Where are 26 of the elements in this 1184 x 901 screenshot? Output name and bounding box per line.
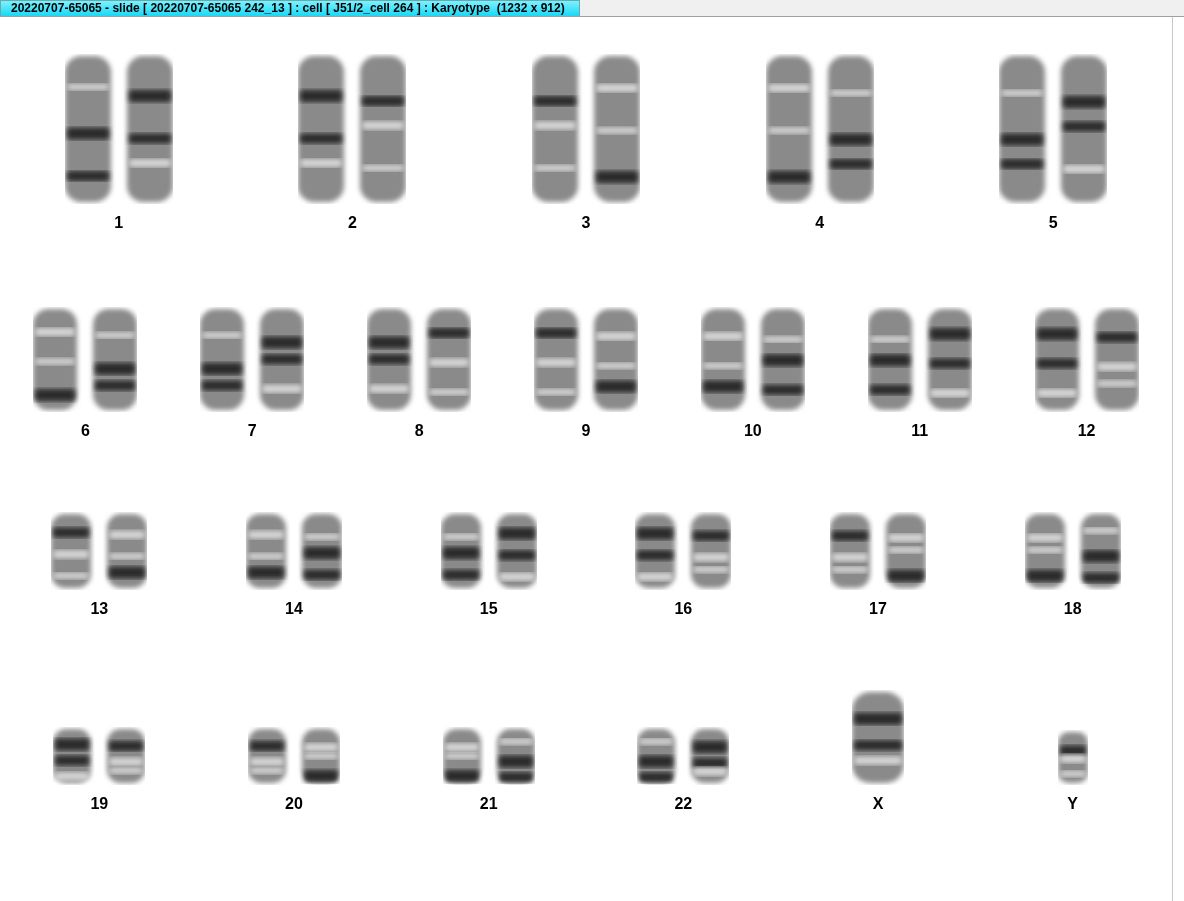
chromosome-label: 16 — [674, 600, 693, 618]
window-title[interactable]: 20220707-65065 - slide [ 20220707-65065 242_13 ] : cell [ J51/2_cell 264 ] : Karyotype (1232 x 912) — [0, 0, 580, 16]
chromosome-label: 20 — [285, 795, 303, 813]
chromosome-label: 17 — [869, 600, 887, 618]
chromosome-label: 2 — [347, 214, 357, 232]
chromosome-label: 3 — [581, 214, 591, 232]
chromosome-label: 9 — [581, 422, 591, 440]
chromosome-label: 11 — [911, 422, 929, 440]
chromosome-label: 6 — [80, 422, 90, 440]
chromosome-label: 7 — [247, 422, 257, 440]
chromosome-label: 4 — [815, 214, 825, 232]
chromosome-label: X — [872, 795, 884, 813]
chromosome-label: 18 — [1063, 600, 1082, 618]
chromosome-label: 21 — [479, 795, 498, 813]
chromosome-label: 8 — [414, 422, 424, 440]
chromosome-label: 22 — [674, 795, 693, 813]
chromosome-label: Y — [1067, 795, 1078, 813]
chromosome-label: 5 — [1048, 214, 1058, 232]
chromosome-label: 19 — [90, 795, 109, 813]
chromosome-label: 13 — [90, 600, 109, 618]
chromosome-label: 14 — [285, 600, 303, 618]
chromosome-label: 12 — [1077, 422, 1096, 440]
chromosome-label: 15 — [479, 600, 498, 618]
chromosome-label: 1 — [114, 214, 124, 232]
chromosome-drawing — [1057, 730, 1088, 785]
chromosome-label: 10 — [743, 422, 762, 440]
